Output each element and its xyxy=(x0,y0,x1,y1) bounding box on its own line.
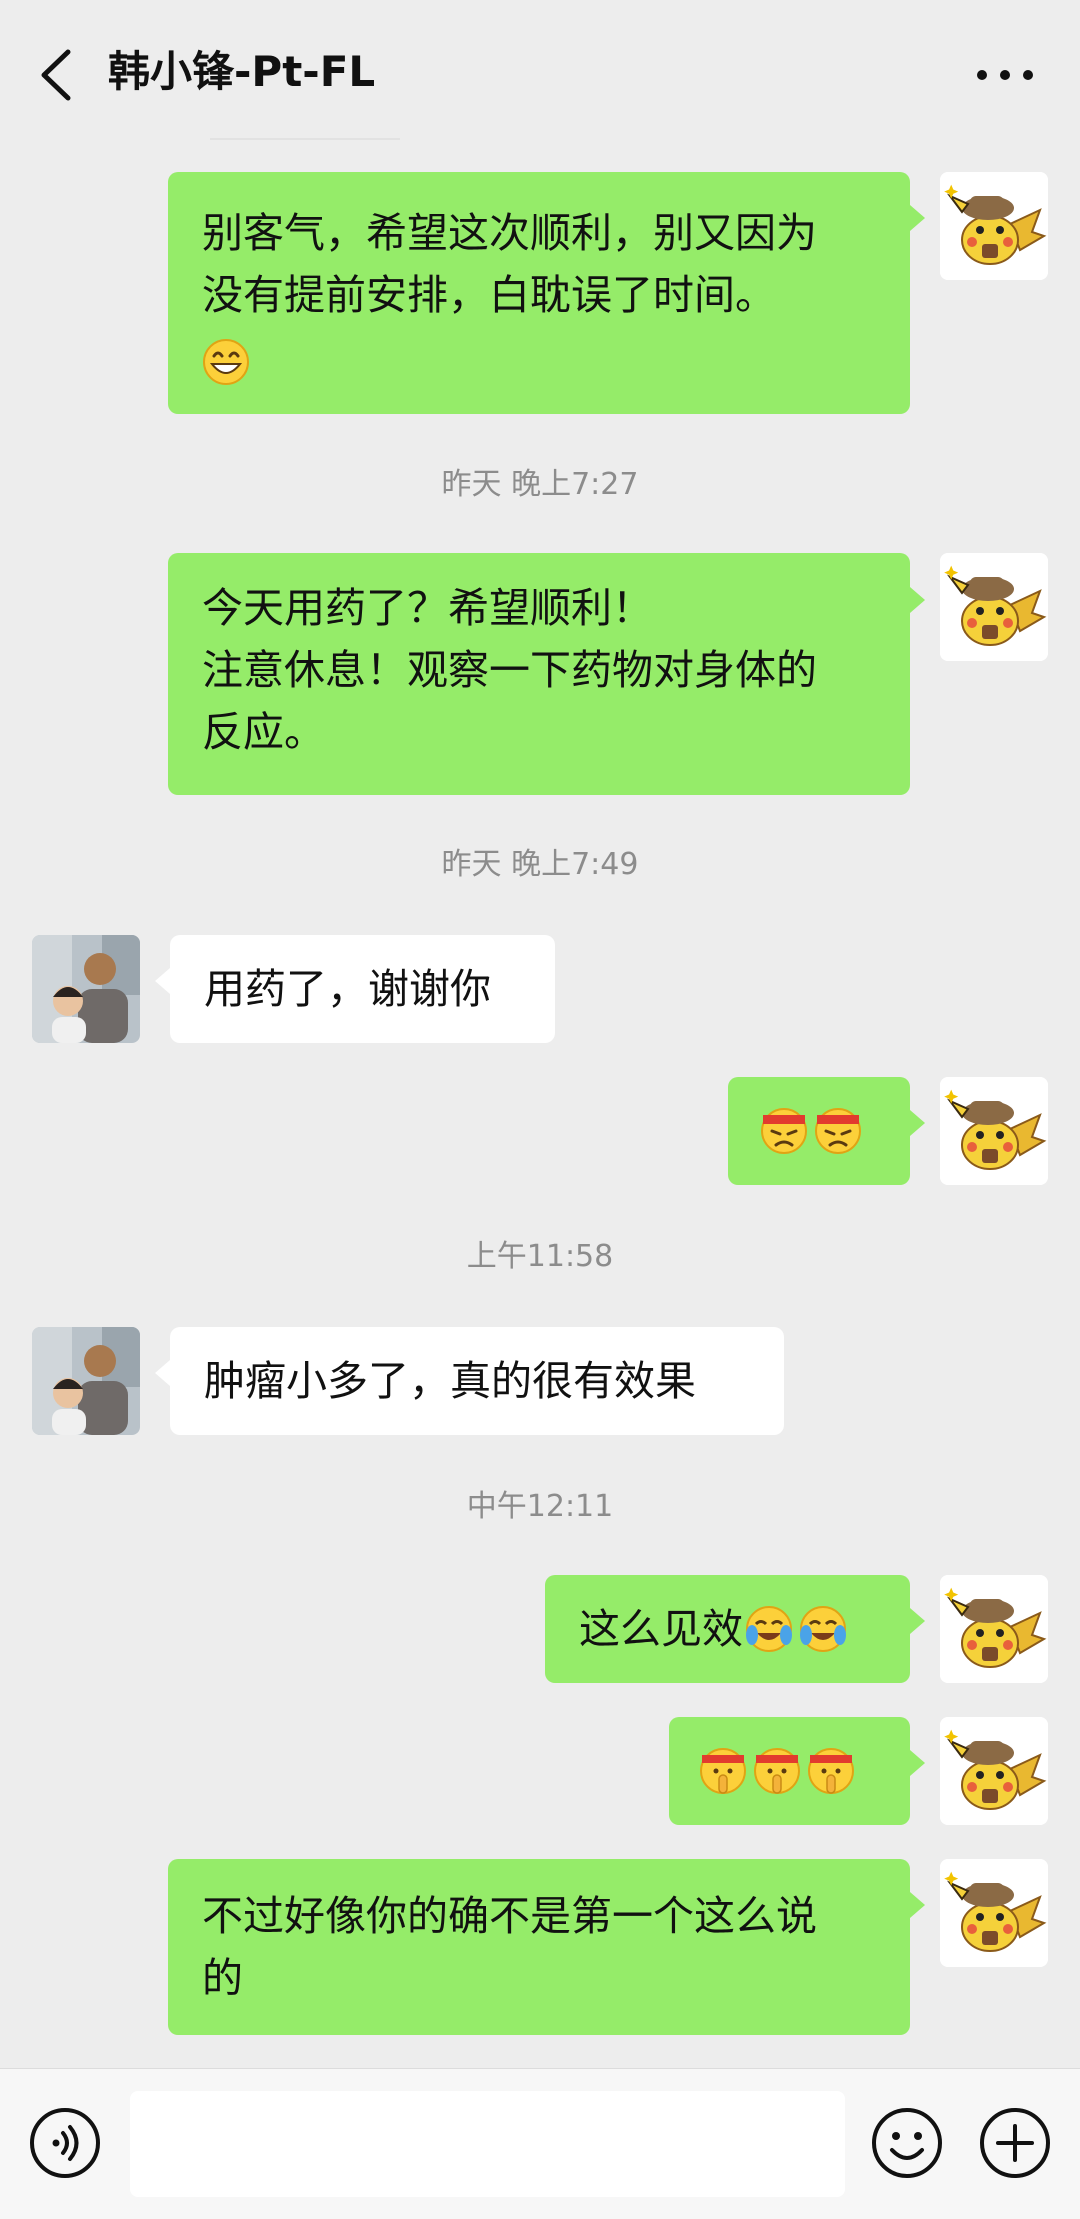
my-avatar-icon[interactable] xyxy=(940,1717,1048,1825)
shush-emoji-icon xyxy=(754,1748,800,1794)
timestamp: 中午12:11 xyxy=(466,1489,614,1524)
timestamp: 昨天 晚上7:27 xyxy=(441,467,639,502)
header-divider xyxy=(210,138,400,140)
plus-icon[interactable] xyxy=(978,2106,1052,2180)
bubble-tail xyxy=(910,1608,925,1634)
message-bubble-incoming[interactable]: 肿瘤小多了，真的很有效果 xyxy=(170,1327,784,1435)
voice-icon[interactable] xyxy=(28,2106,102,2180)
message-text: 别客气，希望这次顺利，别又因为 没有提前安排，白耽误了时间。 xyxy=(202,209,817,319)
chevron-left-icon[interactable] xyxy=(30,40,80,110)
my-avatar-icon[interactable] xyxy=(940,553,1048,661)
timestamp: 上午11:58 xyxy=(466,1239,614,1274)
my-avatar-icon[interactable] xyxy=(940,1077,1048,1185)
message-text: 不过好像你的确不是第一个这么说 的 xyxy=(202,1892,817,2002)
message-text: 今天用药了？希望顺利！ 注意休息！观察一下药物对身体的 反应。 xyxy=(202,584,817,756)
more-dots-icon[interactable] xyxy=(970,50,1040,100)
bubble-tail xyxy=(155,1360,170,1386)
message-bubble-outgoing[interactable] xyxy=(728,1077,910,1185)
my-avatar-icon[interactable] xyxy=(940,172,1048,280)
emoji-face-icon[interactable] xyxy=(870,2106,944,2180)
bubble-tail xyxy=(910,1892,925,1918)
my-avatar-icon[interactable] xyxy=(940,1859,1048,1967)
message-bubble-outgoing[interactable]: 别客气，希望这次顺利，别又因为 没有提前安排，白耽误了时间。 xyxy=(168,172,910,414)
timestamp: 昨天 晚上7:49 xyxy=(441,847,639,882)
input-bar xyxy=(0,2068,1080,2219)
message-text: 肿瘤小多了，真的很有效果 xyxy=(204,1357,696,1405)
message-bubble-incoming[interactable]: 用药了，谢谢你 xyxy=(170,935,555,1043)
shush-emoji-icon xyxy=(700,1748,746,1794)
shush-emoji-icon xyxy=(808,1748,854,1794)
bubble-tail xyxy=(910,1750,925,1776)
grin-emoji-icon xyxy=(202,338,250,386)
bubble-tail xyxy=(910,1110,925,1136)
message-bubble-outgoing[interactable] xyxy=(669,1717,910,1825)
message-text: 用药了，谢谢你 xyxy=(204,965,491,1013)
contact-avatar-icon[interactable] xyxy=(32,1327,140,1435)
message-bubble-outgoing[interactable]: 不过好像你的确不是第一个这么说 的 xyxy=(168,1859,910,2035)
message-bubble-outgoing[interactable]: 今天用药了？希望顺利！ 注意休息！观察一下药物对身体的 反应。 xyxy=(168,553,910,795)
contact-avatar-icon[interactable] xyxy=(32,935,140,1043)
bubble-tail xyxy=(910,587,925,613)
bubble-tail xyxy=(155,968,170,994)
bubble-tail xyxy=(910,205,925,231)
chat-title: 韩小锋-Pt-FL xyxy=(108,47,376,96)
headband-frown-emoji-icon xyxy=(814,1107,862,1155)
my-avatar-icon[interactable] xyxy=(940,1575,1048,1683)
message-text: 这么见效 xyxy=(579,1605,743,1653)
message-bubble-outgoing[interactable]: 这么见效 xyxy=(545,1575,910,1683)
crying-laugh-emoji-icon xyxy=(799,1605,847,1653)
message-input[interactable] xyxy=(130,2091,845,2197)
headband-frown-emoji-icon xyxy=(760,1107,808,1155)
chat-header: 韩小锋-Pt-FL xyxy=(0,0,1080,145)
crying-laugh-emoji-icon xyxy=(745,1605,793,1653)
